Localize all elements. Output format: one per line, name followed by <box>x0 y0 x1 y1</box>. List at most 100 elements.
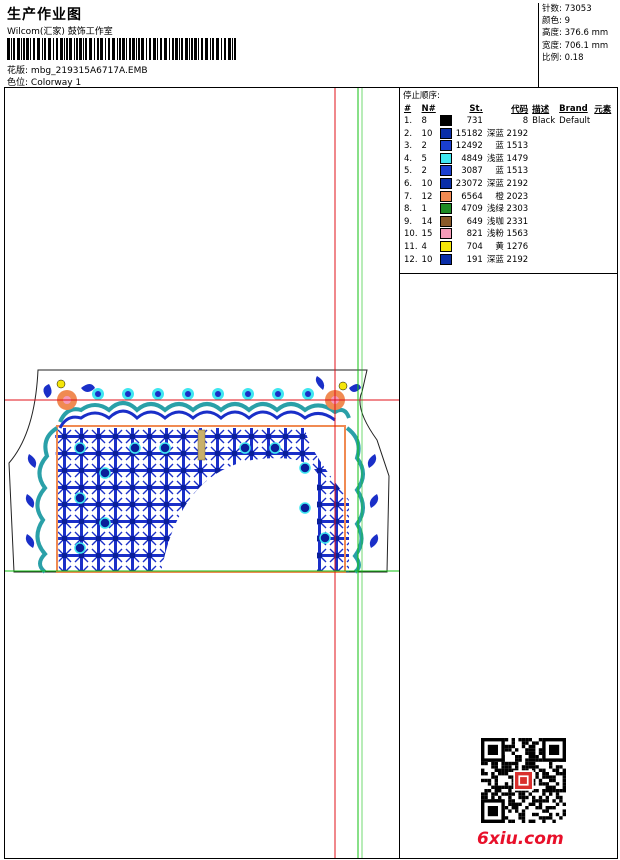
qr-module <box>520 777 527 784</box>
barcode-bar <box>37 38 40 60</box>
qr-module <box>504 792 509 796</box>
barcode-bar <box>117 38 118 60</box>
lattice-medallion <box>99 467 111 479</box>
table-row: 7. 12 6564 橙 2023 <box>402 190 613 204</box>
qr-module <box>481 761 485 766</box>
flower-center <box>155 391 161 397</box>
barcode-bar <box>83 38 84 60</box>
qr-module <box>542 816 546 820</box>
qr-module <box>538 758 543 762</box>
qr-module <box>515 806 519 810</box>
corner-flower-right <box>325 381 348 410</box>
qr-module <box>542 799 546 803</box>
row-swatch <box>438 127 454 141</box>
row-brand <box>557 153 592 166</box>
qr-module <box>535 741 539 745</box>
barcode-bar <box>17 38 20 60</box>
row-element <box>592 216 613 229</box>
qr-module <box>515 761 519 766</box>
table-row: 4. 5 4849 浅蓝 1479 <box>402 152 613 166</box>
barcode-bar <box>205 38 208 60</box>
flower-center <box>275 391 281 397</box>
table-row: 2. 10 15182 深蓝 2192 <box>402 127 613 141</box>
barcode-bar <box>79 38 82 60</box>
row-needle: 10 <box>421 128 433 139</box>
qr-module <box>504 768 509 772</box>
qr-module <box>494 761 498 766</box>
qr-module <box>518 812 522 817</box>
row-number: 4. <box>404 153 413 164</box>
stat-colors: 颜色: 9 <box>542 16 570 27</box>
row-stitches: 821 <box>466 229 483 240</box>
barcode-bar <box>198 38 199 60</box>
qr-module <box>518 755 522 759</box>
row-needle: 14 <box>421 216 433 227</box>
row-code: 浅绿 2303 <box>486 204 529 215</box>
flower-center <box>185 391 191 397</box>
qr-module <box>535 755 539 759</box>
qr-module <box>484 792 488 796</box>
row-number: 5. <box>404 166 413 177</box>
barcode-bar <box>212 38 214 60</box>
color-swatch <box>439 240 452 252</box>
row-stitches: 15182 <box>455 128 483 139</box>
qr-module <box>542 768 546 772</box>
flower-center <box>215 391 221 397</box>
qr-module <box>508 789 512 793</box>
qr-module <box>535 799 539 803</box>
qr-module <box>515 809 519 813</box>
qr-module <box>562 772 566 776</box>
barcode-bar <box>64 38 65 60</box>
row-description <box>530 228 557 241</box>
qr-module <box>481 795 485 800</box>
barcode-bar <box>175 38 178 60</box>
qr-module <box>501 768 505 772</box>
row-element <box>592 128 613 141</box>
row-number: 3. <box>404 141 413 152</box>
qr-module <box>515 802 519 806</box>
qr-module <box>538 782 543 786</box>
qr-module <box>491 772 495 776</box>
qr-module <box>498 795 502 800</box>
row-needle: 10 <box>421 254 433 265</box>
qr-module <box>532 765 536 769</box>
barcode-bar <box>141 38 144 60</box>
row-description <box>530 216 557 229</box>
row-needle: 1 <box>421 204 427 215</box>
row-stitches: 649 <box>466 216 483 227</box>
qr-module <box>484 772 488 776</box>
qr-module <box>491 761 495 766</box>
qr-module <box>521 809 526 813</box>
qr-code <box>481 738 566 823</box>
qr-module <box>487 806 498 817</box>
legend-bottom-rule <box>400 273 618 274</box>
barcode-bar <box>30 38 31 60</box>
qr-module <box>501 761 505 766</box>
row-description <box>530 241 557 254</box>
qr-module <box>504 806 509 810</box>
qr-module <box>549 789 553 793</box>
barcode-bar <box>66 38 68 60</box>
row-description <box>530 140 557 153</box>
qr-module <box>521 792 526 796</box>
qr-module <box>521 765 526 769</box>
lattice-medallion <box>99 517 111 529</box>
qr-module <box>549 816 553 820</box>
row-brand <box>557 241 592 254</box>
watermark-site: 6xiu.com <box>477 829 564 849</box>
qr-module <box>555 765 560 769</box>
barcode-bar <box>89 38 92 60</box>
row-number: 10. <box>404 229 418 240</box>
qr-module <box>494 775 498 779</box>
qr-module <box>535 806 539 810</box>
row-number: 11. <box>404 241 418 252</box>
qr-module <box>511 806 515 810</box>
color-swatch <box>439 165 452 177</box>
row-swatch <box>438 253 454 267</box>
barcode-bar <box>228 38 231 60</box>
qr-module <box>511 751 515 755</box>
barcode-bar <box>138 38 140 60</box>
barcode-bar <box>119 38 121 60</box>
qr-module <box>504 748 509 752</box>
qr-module <box>549 785 553 789</box>
